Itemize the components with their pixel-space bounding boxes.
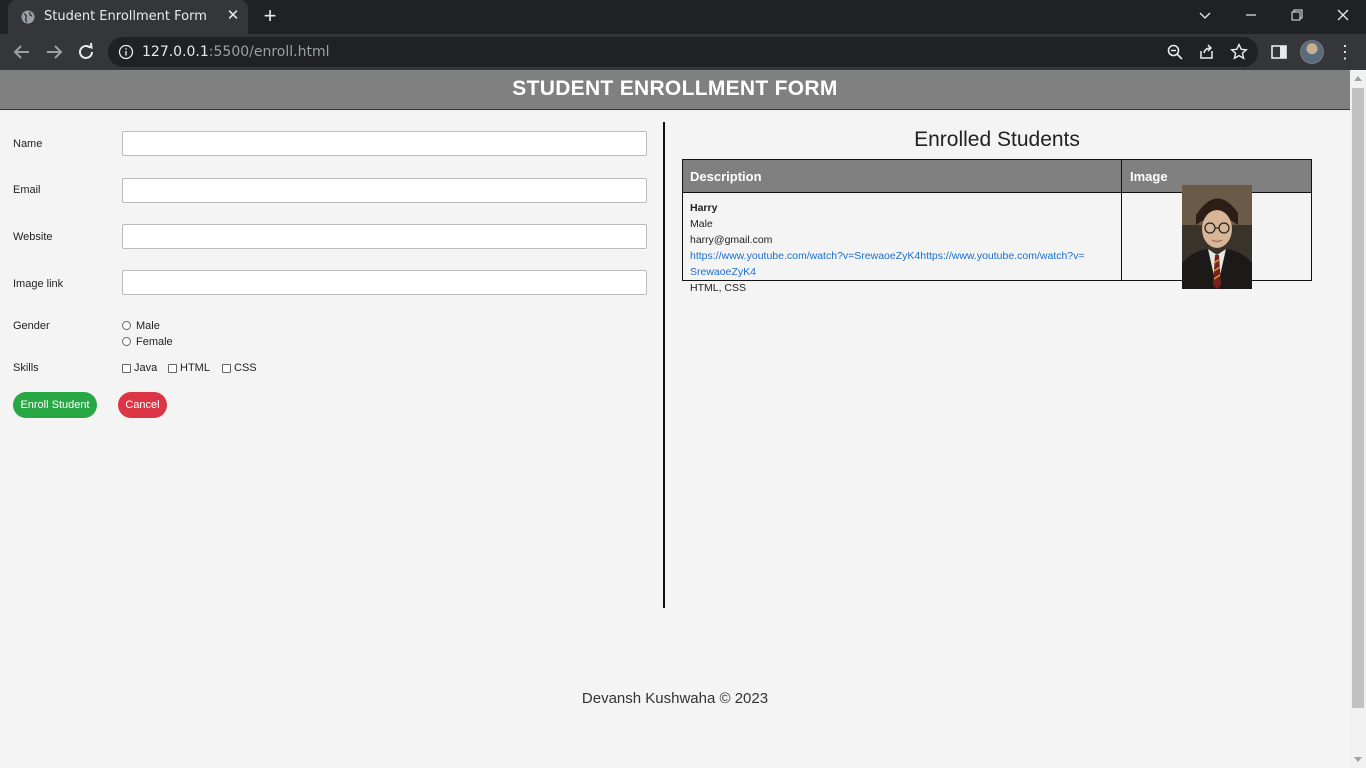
- cancel-button[interactable]: Cancel: [118, 392, 167, 418]
- website-input[interactable]: [122, 224, 647, 249]
- chevron-down-icon[interactable]: [1193, 4, 1217, 28]
- skill-css-checkbox[interactable]: [222, 364, 231, 373]
- page-header: STUDENT ENROLLMENT FORM: [0, 70, 1350, 110]
- scroll-down-arrow[interactable]: [1354, 757, 1362, 762]
- skill-html-checkbox[interactable]: [168, 364, 177, 373]
- minimize-icon[interactable]: [1239, 4, 1263, 28]
- email-label: Email: [13, 184, 41, 196]
- student-photo: [1182, 185, 1252, 289]
- browser-tab[interactable]: Student Enrollment Form ✕: [8, 0, 248, 34]
- scroll-up-arrow[interactable]: [1354, 76, 1362, 81]
- scroll-thumb[interactable]: [1352, 88, 1364, 708]
- info-icon[interactable]: [118, 44, 134, 60]
- zoom-icon[interactable]: [1166, 43, 1184, 61]
- gender-male-label: Male: [136, 320, 160, 332]
- reload-icon[interactable]: [74, 40, 98, 64]
- student-name: Harry: [690, 202, 718, 214]
- skill-java-label: Java: [134, 362, 158, 374]
- column-description: Description: [690, 169, 762, 184]
- globe-icon: [21, 10, 35, 24]
- browser-toolbar: 127.0.0.1:5500/enroll.html ⋮: [0, 34, 1366, 70]
- gender-female-label: Female: [136, 336, 173, 348]
- enrolled-title: Enrolled Students: [914, 128, 1080, 151]
- students-table: Description Image Harry Male harry@gmail…: [682, 159, 1312, 294]
- image-link-label: Image link: [13, 278, 64, 290]
- student-email: harry@gmail.com: [690, 234, 773, 246]
- gender-label: Gender: [13, 320, 50, 332]
- more-menu-icon[interactable]: ⋮: [1336, 42, 1354, 62]
- forward-icon[interactable]: [42, 40, 66, 64]
- profile-avatar[interactable]: [1300, 40, 1324, 64]
- skills-label: Skills: [13, 362, 39, 374]
- page-title: STUDENT ENROLLMENT FORM: [512, 77, 838, 100]
- browser-tabstrip: Student Enrollment Form ✕ +: [0, 0, 1366, 34]
- column-separator: [1121, 160, 1122, 280]
- column-image: Image: [1130, 169, 1168, 184]
- page-scrollbar[interactable]: [1350, 70, 1366, 768]
- email-input[interactable]: [122, 178, 647, 203]
- student-skills: HTML, CSS: [690, 282, 747, 294]
- name-label: Name: [13, 138, 43, 150]
- bookmark-star-icon[interactable]: [1230, 43, 1248, 61]
- close-window-icon[interactable]: [1331, 4, 1355, 28]
- image-link-input[interactable]: [122, 270, 647, 295]
- footer-text: Devansh Kushwaha © 2023: [581, 690, 769, 707]
- student-gender: Male: [690, 218, 713, 230]
- skill-java-checkbox[interactable]: [122, 364, 131, 373]
- address-bar[interactable]: 127.0.0.1:5500/enroll.html: [108, 37, 1258, 67]
- gender-female-radio[interactable]: [122, 337, 131, 346]
- website-label: Website: [13, 231, 53, 243]
- share-icon[interactable]: [1198, 43, 1216, 61]
- student-website-link[interactable]: https://www.youtube.com/watch?v=SrewaoeZ…: [690, 248, 1090, 280]
- vertical-divider: [663, 122, 665, 608]
- close-tab-icon[interactable]: ✕: [225, 8, 241, 24]
- side-panel-icon[interactable]: [1270, 43, 1288, 61]
- restore-icon[interactable]: [1285, 4, 1309, 28]
- skill-html-label: HTML: [180, 362, 210, 374]
- enroll-student-button[interactable]: Enroll Student: [13, 392, 97, 418]
- gender-male-radio[interactable]: [122, 321, 131, 330]
- back-icon[interactable]: [10, 40, 34, 64]
- page: STUDENT ENROLLMENT FORM Name Email Websi…: [0, 70, 1350, 768]
- tab-title: Student Enrollment Form: [44, 9, 207, 24]
- name-input[interactable]: [122, 131, 647, 156]
- skill-css-label: CSS: [234, 362, 257, 374]
- new-tab-icon[interactable]: +: [260, 5, 280, 27]
- url-text[interactable]: 127.0.0.1:5500/enroll.html: [142, 44, 329, 60]
